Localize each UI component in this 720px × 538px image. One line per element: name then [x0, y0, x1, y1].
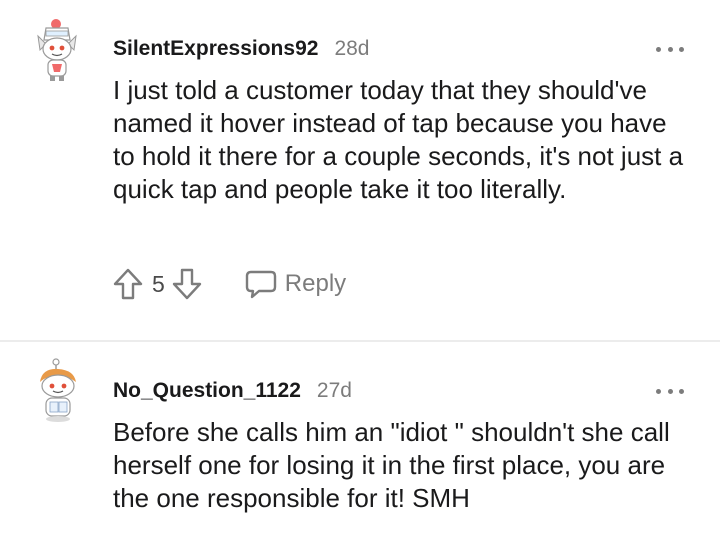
comment-body: Before she calls him an "idiot " shouldn… — [113, 417, 670, 513]
more-options-button[interactable] — [656, 44, 684, 54]
comment-body: I just told a customer today that they s… — [113, 75, 684, 204]
more-dot-icon — [679, 46, 684, 52]
upvote-arrow-icon — [113, 268, 143, 300]
speech-bubble-icon — [245, 270, 276, 299]
snoo-avatar-icon — [40, 358, 76, 422]
reply-button[interactable]: Reply — [245, 269, 346, 299]
comment: SilentExpressions92 28d I just told a cu… — [0, 0, 720, 340]
more-dot-icon — [679, 388, 684, 394]
snoo-avatar-icon — [37, 19, 77, 81]
comment-meta: No_Question_1122 27d — [113, 378, 352, 404]
more-options-button[interactable] — [656, 386, 684, 396]
upvote-button[interactable] — [112, 266, 144, 302]
more-dot-icon — [667, 46, 673, 52]
more-dot-icon — [667, 388, 673, 394]
more-dot-icon — [656, 388, 661, 394]
user-avatar[interactable] — [32, 14, 86, 84]
comment-age: 27d — [316, 379, 352, 402]
username[interactable]: No_Question_1122 — [113, 379, 301, 403]
vote-score: 5 — [152, 270, 165, 297]
downvote-button[interactable] — [171, 266, 203, 302]
username[interactable]: SilentExpressions92 — [113, 37, 318, 61]
comment-age: 28d — [334, 37, 370, 60]
downvote-arrow-icon — [172, 268, 201, 300]
comment-actions: 5 Reply — [112, 266, 346, 302]
comment-meta: SilentExpressions92 28d — [113, 36, 369, 62]
comment: No_Question_1122 27d Before she calls hi… — [0, 342, 720, 538]
reply-label: Reply — [284, 270, 347, 297]
more-dot-icon — [656, 46, 661, 52]
user-avatar[interactable] — [32, 358, 86, 424]
